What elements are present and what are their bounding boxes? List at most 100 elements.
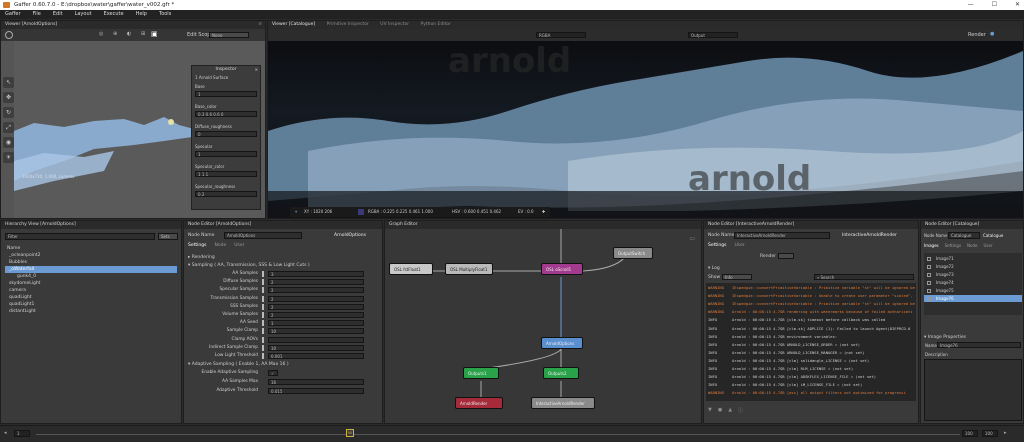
param-value[interactable]: 1 <box>268 320 364 327</box>
inspector-row-value[interactable]: 0.2 <box>195 191 257 197</box>
node-outputswitch[interactable]: OutputSwitch <box>613 247 653 259</box>
hierarchy-item[interactable]: _ocleanpoint2 <box>5 252 177 259</box>
light-tool-icon[interactable]: ☀ <box>3 152 14 163</box>
sets-dropdown[interactable]: Sets <box>158 233 178 240</box>
param-keyframe-icon[interactable] <box>262 279 264 286</box>
edit-scope-dropdown[interactable]: None <box>209 32 249 38</box>
rotate-tool-icon[interactable]: ↻ <box>3 107 14 118</box>
catalogue-image-item[interactable]: Image76 <box>924 295 1022 302</box>
catalogue-image-item[interactable]: Image75 <box>924 287 1022 294</box>
hierarchy-item[interactable]: quadLight1 <box>5 301 177 308</box>
channels-dropdown[interactable]: RGBA <box>536 32 586 38</box>
node-arnoldrender[interactable]: ArnoldRender <box>455 397 503 409</box>
tab-settings-2[interactable]: Settings <box>708 243 726 248</box>
node-outputs2[interactable]: Outputs2 <box>543 367 579 379</box>
adaptive-param-value[interactable]: 16 <box>268 379 364 385</box>
log-warning-icon[interactable]: ▲ <box>728 407 732 414</box>
show-level-dropdown[interactable]: Info <box>722 274 752 280</box>
translate-tool-icon[interactable]: ✥ <box>3 92 14 103</box>
inspector-row-value[interactable]: 0.3 0.6 0.6 0 <box>195 111 257 117</box>
tab-primitive-inspector[interactable]: Primitive Inspector <box>327 21 369 29</box>
tab-settings-3[interactable]: Settings <box>945 243 961 248</box>
node-outputs1[interactable]: Outputs1 <box>463 367 499 379</box>
section-rendering[interactable]: ▸ Rendering <box>188 254 215 261</box>
menu-help[interactable]: Help <box>136 10 147 19</box>
close-button[interactable]: ✕ <box>1015 0 1020 10</box>
section-sampling[interactable]: ▾ Sampling ( AA, Transmission, SSS & Low… <box>188 262 310 269</box>
log-info-icon[interactable]: ⓘ <box>738 407 743 414</box>
play-back-icon[interactable]: ◂ <box>4 430 7 436</box>
param-keyframe-icon[interactable] <box>262 353 264 359</box>
timeline-playhead[interactable]: 50 <box>346 429 354 437</box>
hierarchy-item[interactable]: gunk4_0 <box>5 273 177 280</box>
log-filter-icon[interactable]: ▼ <box>708 407 712 414</box>
tab-viewer-catalogue[interactable]: Viewer [Catalogue] <box>272 21 315 29</box>
log-section[interactable]: ▾ Log <box>708 265 720 272</box>
param-value[interactable]: 10 <box>268 328 364 335</box>
param-value[interactable]: 2 <box>268 279 364 286</box>
hierarchy-item[interactable]: camera <box>5 287 177 294</box>
log-output[interactable]: WARNING IEspedgie::convertPrimitiveVariab… <box>706 283 916 401</box>
param-value[interactable]: 2 <box>268 287 364 294</box>
maximize-button[interactable]: ☐ <box>992 0 997 10</box>
shading-icon[interactable]: ◐ <box>127 31 131 37</box>
select-tool-icon[interactable]: ↖ <box>3 77 14 88</box>
catalogue-image-item[interactable]: Image71 <box>924 255 1022 262</box>
gnomon-icon[interactable] <box>5 31 13 39</box>
tab-settings[interactable]: Settings <box>188 243 206 248</box>
param-keyframe-icon[interactable] <box>262 303 264 310</box>
catalogue-image-item[interactable]: Image73 <box>924 271 1022 278</box>
section-adaptive[interactable]: ▾ Adaptive Sampling ( Enable 1, AA Max 1… <box>188 361 289 368</box>
param-keyframe-icon[interactable] <box>262 287 264 294</box>
tab-user-3[interactable]: User <box>983 243 992 248</box>
menu-layout[interactable]: Layout <box>75 10 92 19</box>
node-arnoldoptions[interactable]: ArnoldOptions <box>541 337 583 349</box>
node-interactivearnoldrender[interactable]: InteractiveArnoldRender <box>531 397 595 409</box>
param-value[interactable]: 2 <box>268 303 364 310</box>
image-name-input[interactable]: Image76 <box>937 342 1021 348</box>
adaptive-param-value[interactable]: ✓ <box>268 370 278 376</box>
tab-node[interactable]: Node <box>214 243 226 248</box>
menu-gaffer[interactable]: Gaffer <box>5 10 21 19</box>
node-name-input[interactable]: ArnoldOptions <box>224 232 302 239</box>
hierarchy-item[interactable]: distantLight <box>5 308 177 315</box>
render-toggle-icon[interactable]: ● <box>990 31 994 37</box>
tab-python-editor[interactable]: Python Editor <box>421 21 451 29</box>
description-textarea[interactable] <box>924 359 1022 421</box>
param-keyframe-icon[interactable] <box>262 328 264 335</box>
end-frame-input-2[interactable]: 100 <box>982 430 998 437</box>
scale-tool-icon[interactable]: ⤢ <box>3 122 14 133</box>
log-search-input[interactable]: ⌕ Search <box>814 274 914 280</box>
param-value[interactable]: 2 <box>268 295 364 302</box>
catalogue-image-item[interactable]: Image72 <box>924 263 1022 270</box>
node-fstfloat1[interactable]: OSL fstFloat1 <box>389 263 433 275</box>
log-error-icon[interactable]: ● <box>718 407 722 414</box>
adaptive-param-value[interactable]: 0.015 <box>268 388 364 394</box>
param-value[interactable] <box>268 336 364 343</box>
inspector-close-icon[interactable]: ✕ <box>255 67 258 72</box>
tab-user[interactable]: User <box>234 243 244 248</box>
param-keyframe-icon[interactable] <box>262 312 264 318</box>
inspector-row-value[interactable]: 1 <box>195 151 257 157</box>
hierarchy-item[interactable]: _oWaterfall <box>5 266 177 273</box>
param-value[interactable]: 0.001 <box>268 353 364 359</box>
node-multiplyfloat1[interactable]: OSL MultiplyFloat1 <box>445 263 493 275</box>
panel-menu-icon[interactable]: ≡ <box>258 21 262 29</box>
timeline-track[interactable] <box>36 434 960 435</box>
menu-edit[interactable]: Edit <box>53 10 63 19</box>
param-value[interactable]: 2 <box>268 312 364 318</box>
hierarchy-filter-input[interactable]: Filter <box>5 233 155 240</box>
tab-node-3[interactable]: Node <box>967 243 977 248</box>
add-icon[interactable]: ✚ <box>542 207 545 217</box>
end-frame-input[interactable]: 100 <box>962 430 978 437</box>
catalogue-node-name-input[interactable]: Catalogue <box>948 232 980 239</box>
tab-images[interactable]: Images <box>924 243 939 248</box>
image-properties-section[interactable]: ▾ Image Properties <box>924 334 966 341</box>
camera-icon[interactable]: ◎ <box>99 31 103 37</box>
param-value[interactable]: 3 <box>268 271 364 277</box>
expand-icon[interactable]: ⊕ <box>113 31 117 37</box>
node-oscroll1[interactable]: OSL oScroll1 <box>541 263 583 275</box>
param-keyframe-icon[interactable] <box>262 295 264 302</box>
menu-tools[interactable]: Tools <box>159 10 171 19</box>
hierarchy-item[interactable]: Bubbles <box>5 259 177 266</box>
